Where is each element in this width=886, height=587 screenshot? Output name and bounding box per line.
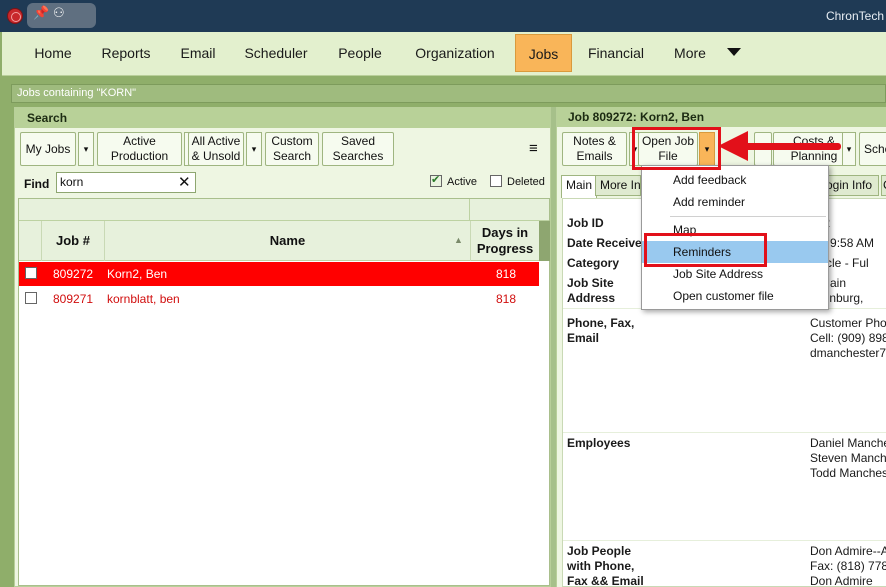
main-menu-bar: Home Reports Email Scheduler People Orga… <box>2 32 886 76</box>
job-people-label: Job People with Phone, Fax && Email <box>567 544 644 587</box>
grid-group-header <box>19 199 549 221</box>
row-checkbox[interactable] <box>25 267 37 279</box>
menu-jobs[interactable]: Jobs <box>515 34 572 72</box>
menu-more[interactable]: More <box>664 34 716 72</box>
all-active-unsold-button[interactable]: All Active & Unsold <box>188 132 244 166</box>
costs-planning-dropdown-icon[interactable]: ▾ <box>842 132 856 166</box>
tab-main[interactable]: Main <box>561 175 598 198</box>
menu-item-add-reminder[interactable]: Add reminder <box>642 191 828 213</box>
callout-arrow-shaft <box>745 143 841 150</box>
menu-people[interactable]: People <box>326 34 394 72</box>
my-jobs-button[interactable]: My Jobs <box>20 132 76 166</box>
deleted-checkbox[interactable] <box>490 175 502 187</box>
panel-menu-icon[interactable]: ≡ <box>529 140 538 157</box>
table-row[interactable]: 809272 Korn2, Ben 818 <box>19 262 539 286</box>
grid-scrollbar[interactable] <box>539 221 550 261</box>
menu-more-caret-icon[interactable] <box>727 48 741 56</box>
tab-more-info[interactable]: More In <box>595 175 641 196</box>
menu-item-open-customer-file[interactable]: Open customer file <box>642 285 828 307</box>
category-label: Category <box>567 256 620 270</box>
people-group-icon[interactable]: ⚇ <box>53 6 65 21</box>
notes-emails-button[interactable]: Notes & Emails <box>562 132 627 166</box>
quick-access-toolbar: 📌 ⚇ <box>27 3 96 28</box>
menu-financial[interactable]: Financial <box>580 34 652 72</box>
jobs-context-strip: Jobs containing "KORN" <box>11 84 886 103</box>
sort-ascending-icon: ▲ <box>454 235 463 245</box>
date-received-label: Date Received <box>567 236 650 250</box>
active-production-button[interactable]: Active Production <box>97 132 182 166</box>
grid-header: Job # Name ▲ Days in Progress <box>19 221 539 261</box>
jobs-grid: Job # Name ▲ Days in Progress 809272 Kor… <box>18 198 550 586</box>
saved-searches-button[interactable]: Saved Searches <box>322 132 394 166</box>
app-name: ChronTech <box>825 9 884 23</box>
employees-value: Daniel Manche Steven Manche Todd Manches <box>810 436 886 480</box>
employees-label: Employees <box>567 436 631 450</box>
job-number-cell: 809271 <box>53 292 94 306</box>
clear-search-icon[interactable]: ✕ <box>178 173 191 191</box>
days-in-progress-column-header[interactable]: Days in Progress <box>470 221 539 261</box>
days-cell: 818 <box>496 292 517 306</box>
phone-fax-email-label: Phone, Fax, Email <box>567 316 635 345</box>
callout-arrow-icon <box>718 131 748 161</box>
pin-icon[interactable]: 📌 <box>33 6 49 21</box>
tab-overflow[interactable]: C <box>881 175 886 196</box>
menu-home[interactable]: Home <box>22 34 84 72</box>
reminders-callout <box>644 233 767 267</box>
open-job-file-callout <box>632 127 721 170</box>
job-site-address-label: Job Site Address <box>567 276 616 305</box>
title-bar: 📌 ⚇ ChronTech <box>0 0 886 32</box>
all-active-dropdown-icon[interactable]: ▾ <box>246 132 262 166</box>
days-cell: 818 <box>496 267 517 281</box>
menu-reports[interactable]: Reports <box>90 34 162 72</box>
search-panel-title: Search <box>15 108 550 128</box>
active-checkbox[interactable] <box>430 173 442 187</box>
menu-organization[interactable]: Organization <box>402 34 508 72</box>
my-jobs-dropdown-icon[interactable]: ▾ <box>78 132 94 166</box>
job-id-label: Job ID <box>567 216 604 230</box>
deleted-checkbox-label: Deleted <box>507 176 545 188</box>
job-number-cell: 809272 <box>53 267 94 281</box>
name-column-header[interactable]: Name <box>104 221 470 261</box>
menu-scheduler[interactable]: Scheduler <box>234 34 318 72</box>
app-logo-icon[interactable] <box>7 8 23 24</box>
active-checkbox-label: Active <box>447 176 477 188</box>
phone-fax-email-value: Customer Pho Cell: (909) 898- dmancheste… <box>810 316 886 360</box>
table-row[interactable]: 809271 kornblatt, ben 818 <box>19 287 539 311</box>
tab-login-info[interactable]: ogin Info <box>821 175 879 196</box>
find-input[interactable]: korn <box>56 172 196 193</box>
select-column-header <box>19 221 41 261</box>
job-panel-title: Job 809272: Korn2, Ben <box>557 107 886 127</box>
row-checkbox[interactable] <box>25 292 37 304</box>
menu-item-add-feedback[interactable]: Add feedback <box>642 169 828 191</box>
menu-email[interactable]: Email <box>168 34 228 72</box>
name-cell: Korn2, Ben <box>107 267 168 281</box>
custom-search-button[interactable]: Custom Search <box>265 132 319 166</box>
job-people-value: Don Admire--A Fax: (818) 778-( Don Admir… <box>810 544 886 587</box>
find-label: Find <box>24 177 50 191</box>
job-number-column-header[interactable]: Job # <box>41 221 104 261</box>
name-cell: kornblatt, ben <box>107 292 180 306</box>
search-panel: Search My Jobs ▾ Active Production ▾ All… <box>14 107 551 587</box>
schedule-button[interactable]: Sche <box>859 132 886 166</box>
